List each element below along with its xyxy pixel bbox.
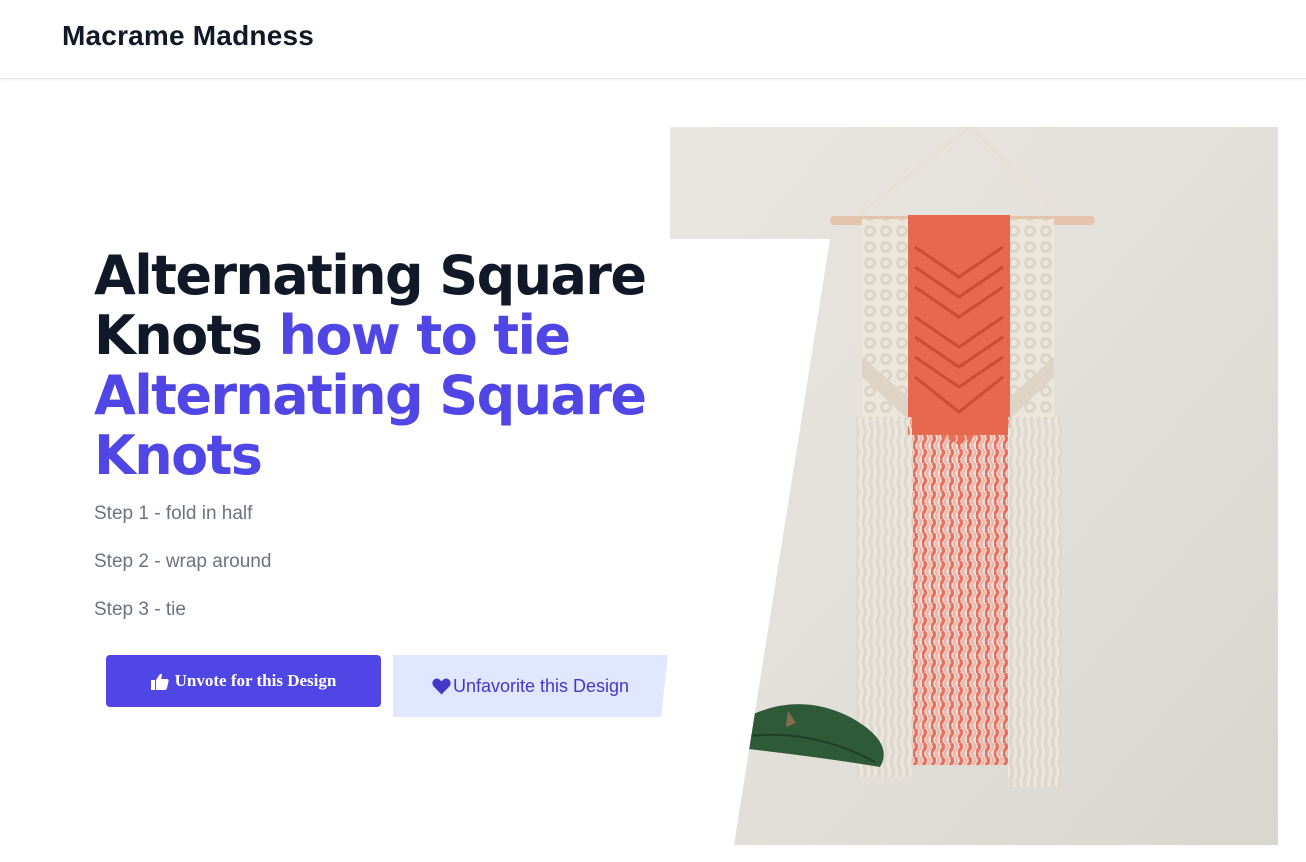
step-2-text: Step 2 - wrap around <box>94 551 272 572</box>
step-3-text: Step 3 - tie <box>94 599 186 620</box>
thumbs-up-icon <box>150 673 169 690</box>
unfavorite-button[interactable]: Unfavorite this Design <box>393 655 668 717</box>
site-brand[interactable]: Macrame Madness <box>62 20 314 52</box>
page-title: Alternating Square Knots how to tie Alte… <box>94 246 654 486</box>
unvote-button-label: Unvote for this Design <box>174 671 337 690</box>
macrame-photo <box>670 127 1278 845</box>
step-1-text: Step 1 - fold in half <box>94 503 253 524</box>
top-navbar: Macrame Madness <box>0 0 1306 79</box>
unfavorite-button-label: Unfavorite this Design <box>452 675 630 696</box>
unvote-button[interactable]: Unvote for this Design <box>106 655 381 707</box>
heart-icon <box>432 678 451 695</box>
